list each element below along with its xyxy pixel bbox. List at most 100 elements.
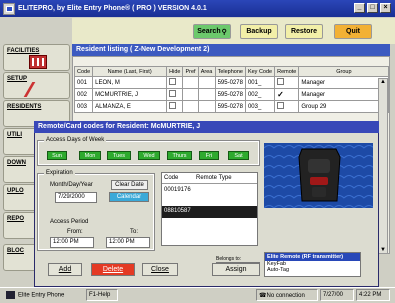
cell-hide[interactable] <box>166 88 184 101</box>
cell-name[interactable]: MCMURTRIE, J <box>92 88 168 101</box>
cell-keycode[interactable]: 001_ <box>244 76 276 89</box>
clear-date-button[interactable]: Clear Date <box>111 180 148 190</box>
to-label: To: <box>130 229 139 235</box>
restore-button[interactable]: Restore <box>285 24 323 39</box>
cell-code[interactable]: 001 <box>73 76 94 89</box>
status-app: Elite Entry Phone <box>4 289 84 301</box>
column-header[interactable]: Remote <box>274 66 300 77</box>
toolbar: Search ⚲ Backup Restore Quit <box>72 18 395 44</box>
cell-name[interactable]: ALMANZA, E <box>92 100 168 113</box>
cell-keycode[interactable]: 003_ <box>244 100 276 113</box>
sidebar-item-label: DOWN <box>7 160 26 166</box>
codes-column-header[interactable]: Remote Type <box>196 175 232 181</box>
listing-scrollbar[interactable]: ▲ ▼ <box>378 78 388 254</box>
table-row[interactable]: 003 ALMANZA, E 595-0278 003_ Group 29 <box>73 100 390 113</box>
remote-checkbox[interactable]: ✓ <box>277 90 284 99</box>
calendar-button[interactable]: Calendar <box>109 192 149 202</box>
close-button-label: Close <box>151 266 169 273</box>
cell-pref[interactable] <box>182 76 199 89</box>
status-date: 7/27/00 <box>320 289 354 301</box>
day-thurs-button[interactable]: Thurs <box>167 151 192 160</box>
cell-group[interactable]: Group 29 <box>298 100 390 113</box>
day-fri-button[interactable]: Fri <box>199 151 219 160</box>
cell-telephone[interactable]: 595-0278 <box>214 76 246 89</box>
day-wed-button[interactable]: Wed <box>138 151 160 160</box>
cell-telephone[interactable]: 595-0278 <box>214 100 246 113</box>
cell-name[interactable]: LEON, M <box>92 76 168 89</box>
hide-checkbox[interactable] <box>169 90 177 97</box>
selected-code-row[interactable]: 08810587 <box>162 206 257 218</box>
close-window-button[interactable]: × <box>380 3 391 13</box>
cell-area[interactable] <box>197 100 216 113</box>
list-item[interactable]: Auto-Tag <box>265 267 360 273</box>
maximize-button[interactable]: □ <box>367 3 378 13</box>
remote-checkbox[interactable] <box>277 78 285 85</box>
status-connection: ☎No connection <box>256 289 318 301</box>
quit-button[interactable]: Quit <box>334 24 372 39</box>
column-header[interactable]: Area <box>197 66 216 77</box>
table-row[interactable]: 002 MCMURTRIE, J 595-0278 002_ ✓ Manager <box>73 88 390 101</box>
add-button[interactable]: Add <box>48 263 82 276</box>
day-sun-button[interactable]: Sun <box>47 151 67 160</box>
day-sat-button[interactable]: Sat <box>228 151 249 160</box>
from-time-field[interactable]: 12:00 PM <box>50 237 94 248</box>
column-header[interactable]: Name (Last, First) <box>92 66 168 77</box>
sidebar-item-facilities[interactable]: FACILITIES <box>3 44 70 71</box>
cell-remote[interactable]: ✓ <box>274 88 300 101</box>
cell-code[interactable]: 002 <box>73 88 94 101</box>
facilities-icon <box>29 55 47 69</box>
cell-area[interactable] <box>197 76 216 89</box>
cell-pref[interactable] <box>182 100 199 113</box>
cell-code[interactable]: 003 <box>73 100 94 113</box>
cell-group[interactable]: Manager <box>298 76 390 89</box>
assign-button[interactable]: Assign <box>212 263 260 276</box>
hide-checkbox[interactable] <box>169 78 177 85</box>
minimize-button[interactable]: _ <box>354 3 365 13</box>
expiration-date-field[interactable]: 7/29/2000 <box>55 192 97 203</box>
window-title: ELITEPRO, by Elite Entry Phone® ( PRO ) … <box>18 5 207 12</box>
day-tues-button[interactable]: Tues <box>107 151 131 160</box>
search-button[interactable]: Search ⚲ <box>193 24 231 39</box>
cell-hide[interactable] <box>166 76 184 89</box>
scroll-up-icon[interactable]: ▲ <box>379 79 387 85</box>
day-mon-button[interactable]: Mon <box>79 151 101 160</box>
delete-button[interactable]: Delete <box>91 263 135 276</box>
cell-remote[interactable] <box>274 76 300 89</box>
column-header[interactable]: Group <box>298 66 390 77</box>
delete-button-label: Delete <box>102 266 124 273</box>
hide-checkbox[interactable] <box>169 102 177 109</box>
cell-group[interactable]: Manager <box>298 88 390 101</box>
to-time-field[interactable]: 12:00 PM <box>106 237 150 248</box>
scroll-down-icon[interactable]: ▼ <box>379 247 387 253</box>
status-time: 4:22 PM <box>356 289 390 301</box>
close-button[interactable]: Close <box>142 263 178 276</box>
status-connection-label: No connection <box>266 293 305 299</box>
column-header[interactable]: Hide <box>166 66 184 77</box>
status-help: F1-Help <box>86 289 118 301</box>
dialog-title: Remote/Card codes for Resident: McMURTRI… <box>34 121 379 133</box>
cell-area[interactable] <box>197 88 216 101</box>
sidebar-item-setup[interactable]: SETUP <box>3 72 70 99</box>
cell-pref[interactable] <box>182 88 199 101</box>
codes-column-header[interactable]: Code <box>164 175 196 181</box>
column-header[interactable]: Key Code <box>244 66 276 77</box>
column-header[interactable]: Code <box>73 66 94 77</box>
cell-remote[interactable] <box>274 100 300 113</box>
sidebar-item-label: FACILITIES <box>7 48 40 54</box>
cell-keycode[interactable]: 002_ <box>244 88 276 101</box>
access-days-label: Access Days of Week <box>44 137 107 143</box>
resident-table: Code Name (Last, First) Hide Pref Area T… <box>73 66 390 113</box>
backup-button[interactable]: Backup <box>240 24 278 39</box>
remote-type-list[interactable]: Elite Remote (RF transmitter) KeyFab Aut… <box>264 252 361 277</box>
sidebar-item-label: RESIDENTS <box>7 104 42 110</box>
column-header[interactable]: Pref <box>182 66 199 77</box>
list-item[interactable]: Elite Remote (RF transmitter) <box>265 253 360 261</box>
sidebar-item-label: UTILI <box>7 132 22 138</box>
cell-telephone[interactable]: 595-0278 <box>214 88 246 101</box>
table-row[interactable]: 001 LEON, M 595-0278 001_ Manager <box>73 76 390 89</box>
table-header-row: Code Name (Last, First) Hide Pref Area T… <box>73 66 390 77</box>
list-item[interactable]: 00019176 <box>162 184 257 196</box>
cell-hide[interactable] <box>166 100 184 113</box>
column-header[interactable]: Telephone <box>214 66 246 77</box>
remote-checkbox[interactable] <box>277 102 285 109</box>
